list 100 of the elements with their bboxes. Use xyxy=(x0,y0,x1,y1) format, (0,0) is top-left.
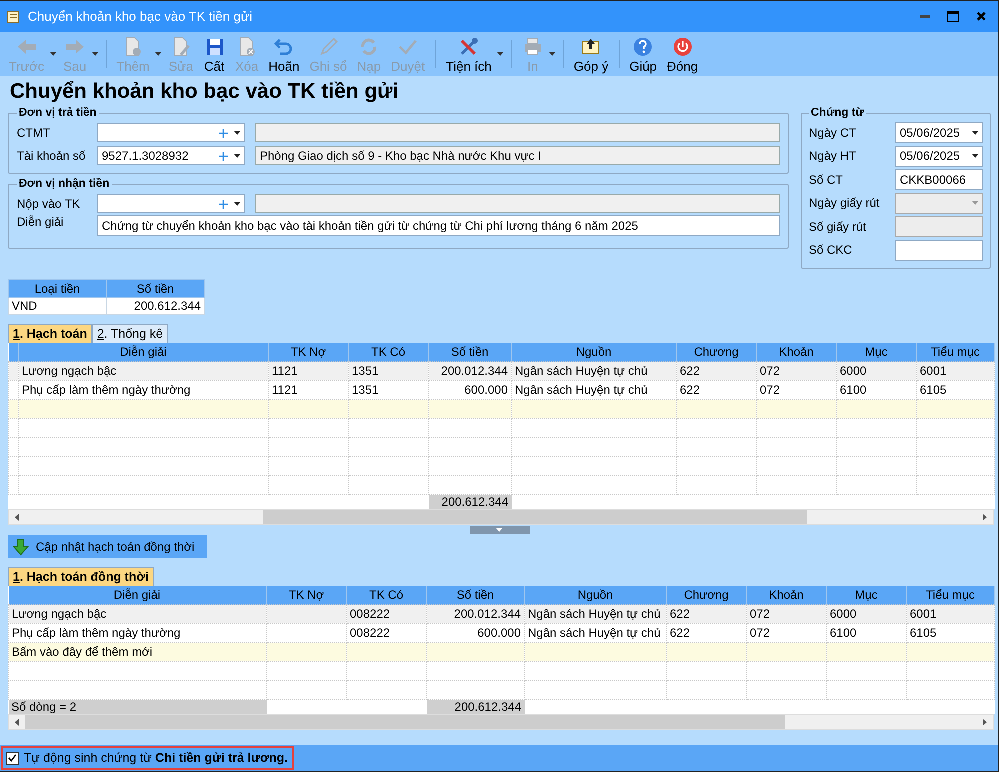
toolbar-button[interactable]: Đóng xyxy=(662,32,704,74)
combo-field[interactable] xyxy=(97,123,245,142)
group-title: Chứng từ xyxy=(810,107,866,119)
caret-icon xyxy=(972,201,978,206)
column-header: Mục xyxy=(836,343,916,362)
table-cell: 200.012.344 xyxy=(428,362,512,380)
table-cell: 200.012.344 xyxy=(426,604,524,624)
plus-icon xyxy=(218,152,228,160)
maximize-icon xyxy=(947,11,959,22)
table-cell: 622 xyxy=(666,604,746,624)
minimize-icon xyxy=(920,15,930,18)
total-amount: 200.612.344 xyxy=(426,700,524,714)
column-header: Tiểu mục xyxy=(906,586,994,604)
tab[interactable]: 1. Hạch toán xyxy=(8,324,92,343)
column-header: TK Nợ xyxy=(268,343,348,362)
field-label: Ngày CT xyxy=(809,126,858,140)
column-header: Chương xyxy=(666,586,746,604)
column-header: Mục xyxy=(826,586,906,604)
table-cell: Ngân sách Huyện tự chủ xyxy=(524,604,666,624)
table-cell: Ngân sách Huyện tự chủ xyxy=(512,362,676,380)
tools-icon xyxy=(458,36,480,58)
horizontal-scrollbar[interactable] xyxy=(8,714,994,730)
column-header: Nguồn xyxy=(524,586,666,604)
toolbar-button[interactable]: Giúp xyxy=(624,32,662,74)
scroll-left-icon xyxy=(15,514,19,520)
table-cell: 200.612.344 xyxy=(106,298,204,314)
column-header: Diễn giải xyxy=(18,343,268,362)
column-header: Diễn giải xyxy=(8,586,266,604)
total-amount: 200.612.344 xyxy=(428,494,512,509)
checkbox[interactable] xyxy=(6,752,19,764)
window-title: Chuyển khoản kho bạc vào TK tiền gửi xyxy=(28,9,254,24)
tab[interactable]: 1. Hạch toán đồng thời xyxy=(8,567,154,586)
field-label: Số giấy rút xyxy=(809,220,868,234)
arrow-down-icon xyxy=(12,538,30,556)
checkbox-label: Tự động sinh chứng từ Chi tiền gửi trả lương. xyxy=(24,751,288,765)
table-cell: Lương ngạch bậc xyxy=(8,604,266,624)
caret-icon xyxy=(50,52,57,56)
column-header: Nguồn xyxy=(512,343,676,362)
table-cell: 1121 xyxy=(268,362,348,380)
combo-field[interactable] xyxy=(97,194,245,213)
table-cell: 622 xyxy=(676,362,756,380)
scroll-right-icon xyxy=(983,718,987,726)
column-header: TK Có xyxy=(346,586,426,604)
field-label: Số CKC xyxy=(809,243,854,258)
toolbar-button[interactable]: Cất xyxy=(198,32,230,74)
help-icon xyxy=(632,36,654,58)
page-heading: Chuyển khoản kho bạc vào TK tiền gửi xyxy=(10,80,400,104)
caret-icon xyxy=(972,154,978,158)
plus-icon xyxy=(218,200,228,208)
field-label: Số CT xyxy=(809,172,844,187)
caret-icon xyxy=(234,202,240,206)
caret-icon xyxy=(234,154,240,158)
toolbar-button[interactable]: Tiện ích xyxy=(441,32,497,74)
table-cell: 008222 xyxy=(346,604,426,624)
field-label: Ngày HT xyxy=(809,149,858,164)
column-header: Khoản xyxy=(746,586,826,604)
text-field[interactable]: CKKB00066 xyxy=(895,169,983,190)
column-header: Số tiền xyxy=(428,343,512,362)
date-field[interactable]: 05/06/2025 xyxy=(895,122,983,144)
combo-field[interactable]: 9527.1.3028932 xyxy=(97,146,245,165)
app-icon xyxy=(6,8,22,24)
toolbar-button[interactable]: Góp ý xyxy=(568,32,614,74)
add-row-hint[interactable]: Bấm vào đây để thêm mới xyxy=(8,642,266,662)
caret-icon xyxy=(496,52,504,56)
date-field[interactable]: 05/06/2025 xyxy=(895,146,983,167)
plus-icon xyxy=(218,128,228,138)
table-cell: VND xyxy=(8,298,106,314)
column-header: Số tiền xyxy=(426,586,524,604)
column-header: TK Có xyxy=(348,343,428,362)
caret-icon xyxy=(154,52,162,56)
splitter-handle[interactable] xyxy=(470,526,530,534)
caret-icon xyxy=(972,130,978,135)
close-icon xyxy=(976,12,986,21)
caret-icon xyxy=(548,52,556,56)
pencil-icon xyxy=(318,36,340,58)
text-field[interactable]: Chứng từ chuyển khoản kho bạc vào tài khoản tiền gửi từ chứng từ Chi phí lương tháng 6 năm 2025 xyxy=(97,215,780,236)
column-header: Tiểu mục xyxy=(916,343,994,362)
table-cell: 1351 xyxy=(348,362,428,380)
table-cell: 6001 xyxy=(916,362,994,380)
horizontal-scrollbar[interactable] xyxy=(8,509,994,525)
text-field[interactable] xyxy=(895,240,983,261)
column-header: TK Nợ xyxy=(266,586,346,604)
update-button[interactable]: Cập nhật hạch toán đồng thời xyxy=(8,535,207,558)
table-cell: 072 xyxy=(746,604,826,624)
toolbar-button[interactable]: Hoãn xyxy=(264,32,305,74)
field-label: Diễn giải xyxy=(17,215,65,229)
table-cell: 6001 xyxy=(906,604,994,624)
scroll-thumb[interactable] xyxy=(263,510,807,524)
column-header: Khoản xyxy=(756,343,836,362)
table-cell: 6000 xyxy=(836,362,916,380)
scroll-thumb[interactable] xyxy=(25,715,785,729)
column-header: Chương xyxy=(676,343,756,362)
caret-icon xyxy=(496,528,503,532)
caret-icon xyxy=(92,52,99,56)
tab[interactable]: 2. Thống kê xyxy=(92,324,168,343)
caret-icon xyxy=(234,130,240,134)
group-title: Đơn vị nhận tiền xyxy=(18,178,111,190)
field-label: Ngày giấy rút xyxy=(809,196,881,210)
power-icon xyxy=(672,36,694,58)
scroll-left-icon xyxy=(15,718,19,726)
